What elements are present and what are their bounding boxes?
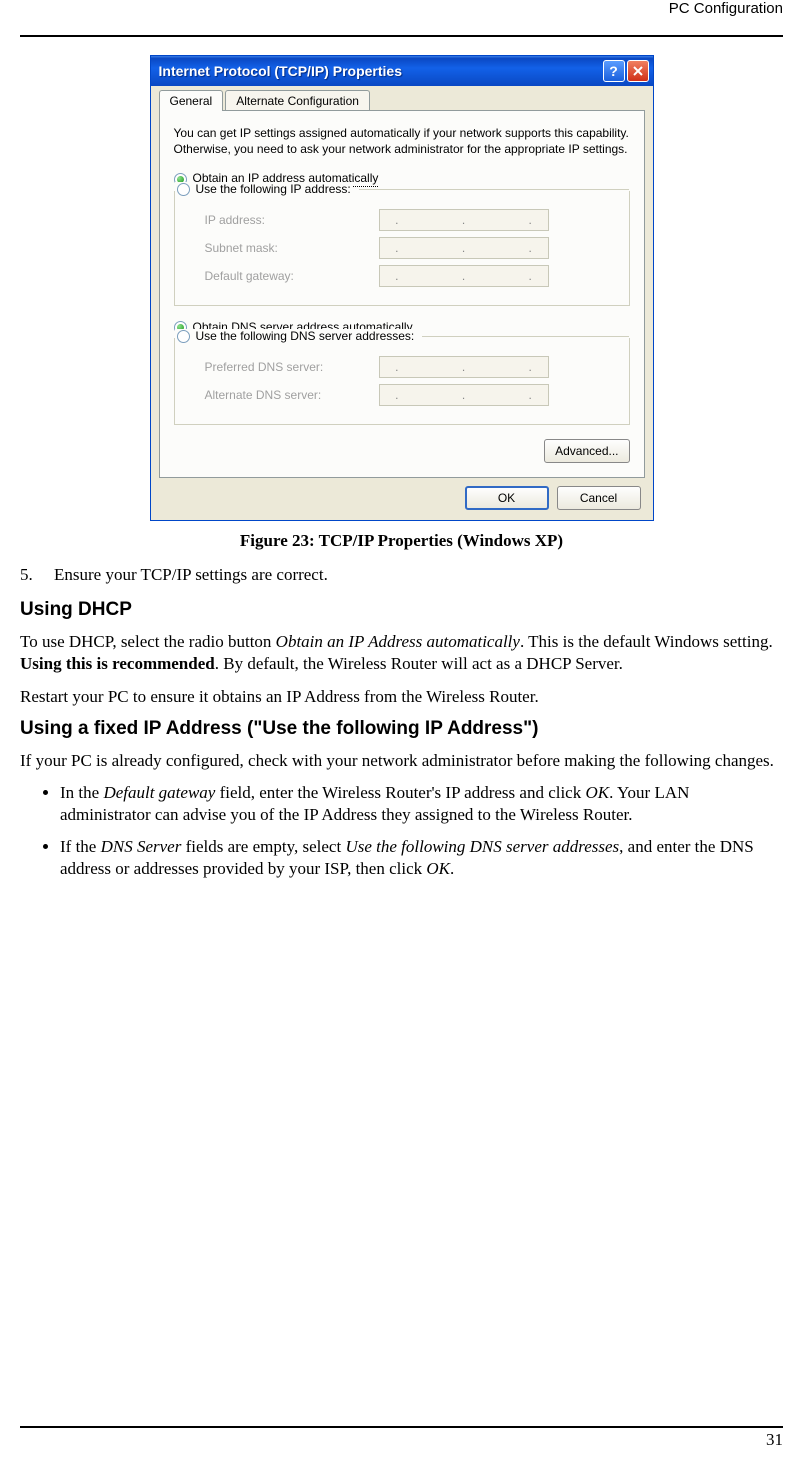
radio-use-ip[interactable] bbox=[177, 183, 190, 196]
tabs-row: General Alternate Configuration bbox=[159, 90, 645, 111]
field-subnet-mask: Subnet mask: ... bbox=[189, 237, 615, 259]
footer-rule bbox=[20, 1426, 783, 1428]
tab-panel: You can get IP settings assigned automat… bbox=[159, 110, 645, 478]
default-gateway-input[interactable]: ... bbox=[379, 265, 549, 287]
fixed-bullets: In the Default gateway field, enter the … bbox=[20, 782, 783, 880]
pref-dns-input[interactable]: ... bbox=[379, 356, 549, 378]
ip-group: Use the following IP address: IP address… bbox=[174, 191, 630, 306]
dialog-title: Internet Protocol (TCP/IP) Properties bbox=[159, 63, 603, 79]
dhcp-para-1: To use DHCP, select the radio button Obt… bbox=[20, 631, 783, 675]
page-number: 31 bbox=[766, 1430, 783, 1450]
subnet-mask-input[interactable]: ... bbox=[379, 237, 549, 259]
radio-use-dns[interactable] bbox=[177, 330, 190, 343]
field-pref-dns: Preferred DNS server: ... bbox=[189, 356, 615, 378]
step-5: 5. Ensure your TCP/IP settings are corre… bbox=[20, 565, 783, 585]
field-alt-dns: Alternate DNS server: ... bbox=[189, 384, 615, 406]
tcpip-dialog: Internet Protocol (TCP/IP) Properties ? … bbox=[150, 55, 654, 521]
ip-address-input[interactable]: ... bbox=[379, 209, 549, 231]
figure-caption: Figure 23: TCP/IP Properties (Windows XP… bbox=[20, 531, 783, 551]
alt-dns-input[interactable]: ... bbox=[379, 384, 549, 406]
cancel-button[interactable]: Cancel bbox=[557, 486, 641, 510]
page-header-section: PC Configuration bbox=[20, 0, 783, 17]
ok-button[interactable]: OK bbox=[465, 486, 549, 510]
heading-using-dhcp: Using DHCP bbox=[20, 599, 783, 621]
fixed-para-1: If your PC is already configured, check … bbox=[20, 750, 783, 772]
tab-alternate[interactable]: Alternate Configuration bbox=[225, 90, 370, 111]
dns-group: Use the following DNS server addresses: … bbox=[174, 338, 630, 425]
header-rule bbox=[20, 35, 783, 37]
field-ip-address: IP address: ... bbox=[189, 209, 615, 231]
heading-fixed-ip: Using a fixed IP Address ("Use the follo… bbox=[20, 718, 783, 740]
radio-use-ip-label: Use the following IP address: bbox=[196, 182, 351, 196]
dialog-description: You can get IP settings assigned automat… bbox=[174, 125, 630, 157]
dhcp-para-2: Restart your PC to ensure it obtains an … bbox=[20, 686, 783, 708]
advanced-button[interactable]: Advanced... bbox=[544, 439, 629, 463]
bullet-dns-server: If the DNS Server fields are empty, sele… bbox=[60, 836, 783, 880]
field-default-gateway: Default gateway: ... bbox=[189, 265, 615, 287]
close-button[interactable] bbox=[627, 60, 649, 82]
dialog-titlebar: Internet Protocol (TCP/IP) Properties ? bbox=[151, 56, 653, 86]
radio-use-dns-label: Use the following DNS server addresses: bbox=[196, 329, 415, 343]
tab-general[interactable]: General bbox=[159, 90, 224, 111]
bullet-default-gateway: In the Default gateway field, enter the … bbox=[60, 782, 783, 826]
help-button[interactable]: ? bbox=[603, 60, 625, 82]
